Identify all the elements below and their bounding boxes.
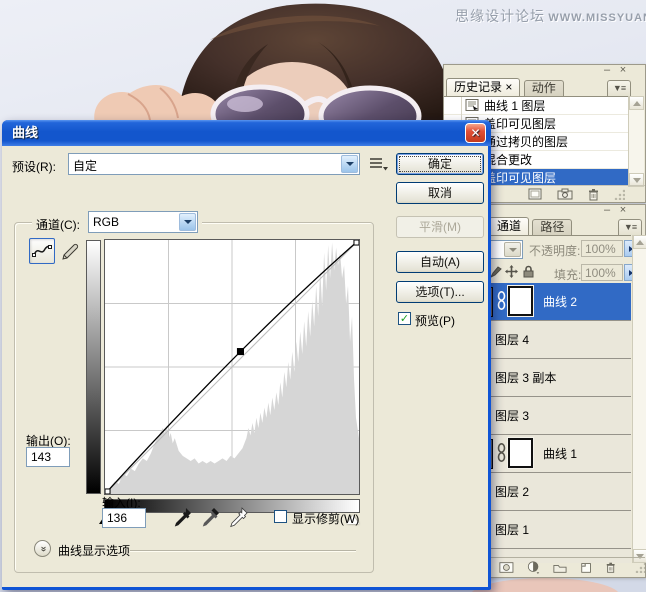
auto-button[interactable]: 自动(A) (396, 251, 484, 273)
opacity-label: 不透明度: (529, 242, 580, 259)
history-state-icon (462, 99, 482, 112)
layer-name: 图层 3 副本 (495, 369, 556, 386)
panel-menu-icon[interactable]: ▼≡ (618, 219, 642, 235)
curve-point-tool-icon (32, 243, 52, 259)
panel-resize-grip[interactable] (614, 189, 625, 200)
scroll-up-icon[interactable] (633, 235, 646, 249)
layer-name: 图层 4 (495, 331, 529, 348)
curve-display-options-expander[interactable]: » (34, 540, 51, 557)
new-document-from-state-icon[interactable] (528, 188, 543, 200)
new-layer-icon[interactable] (580, 561, 592, 574)
history-panel-titlebar: – × (444, 65, 645, 77)
preset-options-icon[interactable] (368, 156, 388, 172)
history-tabs: 历史记录 × 动作 (446, 78, 564, 97)
output-field[interactable]: 143 (26, 447, 70, 467)
new-snapshot-icon[interactable] (557, 188, 573, 200)
layer-name: 曲线 1 (543, 445, 577, 462)
tab-paths[interactable]: 路径 (532, 219, 572, 235)
show-clipping-checkbox[interactable] (274, 510, 287, 523)
smooth-button[interactable]: 平滑(M) (396, 216, 484, 238)
show-clipping-label: 显示修剪(W) (292, 510, 359, 527)
layer-name: 图层 1 (495, 521, 529, 538)
history-state-label: 盖印可见图层 (482, 115, 556, 132)
input-field[interactable]: 136 (102, 508, 146, 528)
close-icon[interactable]: × (616, 205, 630, 216)
add-layer-mask-icon[interactable] (499, 561, 514, 574)
divider (130, 550, 356, 551)
mask-link-icon[interactable] (497, 443, 506, 463)
panel-menu-icon[interactable]: ▼≡ (607, 80, 631, 96)
preview-label: 预览(P) (415, 312, 455, 329)
fill-label: 填充: (554, 266, 581, 283)
layer-name: 图层 2 (495, 483, 529, 500)
white-point-eyedropper-icon[interactable] (228, 506, 250, 528)
dialog-titlebar[interactable]: 曲线 ✕ (2, 120, 491, 146)
scroll-up-icon[interactable] (629, 96, 644, 110)
layer-name: 图层 3 (495, 407, 529, 424)
minimize-icon[interactable]: – (600, 205, 614, 216)
new-group-icon[interactable] (553, 562, 567, 574)
layer-mask-thumbnail[interactable] (508, 438, 533, 468)
preview-checkbox[interactable]: ✓ (398, 312, 411, 325)
fill-value[interactable]: 100% (581, 264, 623, 281)
delete-state-icon[interactable] (587, 188, 600, 201)
curve-graph[interactable] (104, 239, 360, 495)
history-state-label: 曲线 1 图层 (482, 97, 545, 114)
history-state-label: 通过拷贝的图层 (482, 133, 568, 150)
layers-tabs: 通道 路径 (489, 217, 572, 236)
curve-pencil-tool-icon (60, 242, 80, 262)
cancel-button[interactable]: 取消 (396, 182, 484, 204)
history-row[interactable]: 曲线 1 图层 (444, 97, 628, 115)
options-button[interactable]: 选项(T)... (396, 281, 484, 303)
curve-endpoint-highlights[interactable] (354, 240, 359, 245)
delete-layer-icon[interactable] (605, 561, 616, 574)
mask-link-icon[interactable] (497, 291, 506, 311)
layer-name: 曲线 2 (543, 293, 577, 310)
watermark-url: WWW.MISSYUAN.COM (548, 12, 646, 24)
layers-scrollbar[interactable] (632, 235, 646, 563)
output-gradient-bar (86, 240, 101, 494)
ok-button[interactable]: 确定 (396, 153, 484, 175)
watermark-site: 思缘设计论坛 (455, 8, 545, 24)
minimize-icon[interactable]: – (600, 65, 614, 76)
lock-all-icon[interactable] (523, 265, 534, 278)
watermark: 思缘设计论坛 WWW.MISSYUAN.COM (455, 6, 646, 26)
chevron-down-icon[interactable] (341, 155, 358, 173)
chevron-down-icon[interactable] (504, 242, 521, 257)
close-icon[interactable]: × (616, 65, 630, 76)
panel-resize-grip[interactable] (635, 562, 645, 573)
preset-label: 预设(R): (12, 158, 56, 175)
opacity-value[interactable]: 100% (581, 240, 623, 257)
black-point-eyedropper-icon[interactable] (172, 506, 194, 528)
dialog-title: 曲线 (12, 125, 38, 140)
curve-pencil-tool-button[interactable] (57, 239, 83, 265)
history-state-label: 盖印可见图层 (482, 169, 556, 186)
history-source-checkbox[interactable] (444, 97, 462, 115)
close-icon[interactable]: ✕ (465, 123, 486, 143)
lens-reflection (227, 96, 263, 112)
channel-select[interactable]: RGB (88, 211, 198, 233)
layer-mask-thumbnail[interactable] (508, 286, 533, 316)
curve-display-options-label: 曲线显示选项 (58, 542, 130, 559)
channel-label: 通道(C): (36, 216, 80, 233)
new-adjustment-layer-icon[interactable] (527, 560, 540, 575)
lock-move-icon[interactable] (505, 265, 518, 278)
preset-value: 自定 (73, 157, 97, 174)
channel-value: RGB (93, 215, 119, 229)
preset-select[interactable]: 自定 (68, 153, 360, 175)
gray-point-eyedropper-icon[interactable] (200, 506, 222, 528)
tab-channels[interactable]: 通道 (489, 217, 529, 235)
curves-dialog: 曲线 ✕ 预设(R): 自定 确定 取消 平滑(M) 自动(A) 选项(T)..… (2, 120, 491, 590)
history-scrollbar[interactable] (628, 96, 644, 187)
tab-history[interactable]: 历史记录 × (446, 78, 520, 96)
curve-selected-point[interactable] (237, 348, 244, 355)
chevron-down-icon[interactable] (179, 213, 196, 231)
curve-point-tool-button[interactable] (29, 238, 55, 264)
tab-actions[interactable]: 动作 (524, 80, 564, 96)
dialog-body: 预设(R): 自定 确定 取消 平滑(M) 自动(A) 选项(T)... ✓ 预… (2, 146, 485, 587)
